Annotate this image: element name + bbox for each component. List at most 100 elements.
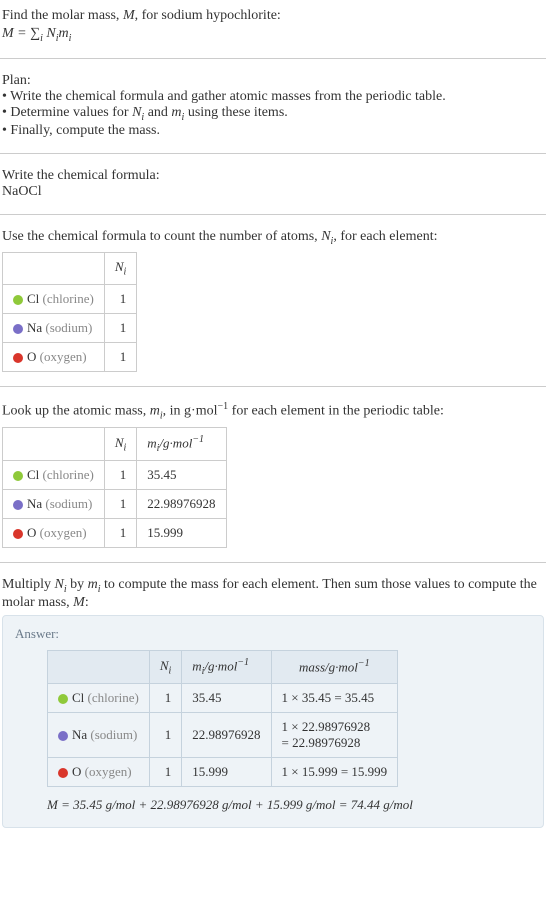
header-m-exp: −1: [237, 657, 249, 668]
multiply-text-n: N: [55, 577, 64, 592]
intro-section: Find the molar mass, M, for sodium hypoc…: [0, 4, 546, 48]
swatch-o: [58, 768, 68, 778]
swatch-cl: [13, 471, 23, 481]
header-mass-text: mass/g·mol: [299, 660, 358, 675]
count-cell: 1: [104, 284, 136, 313]
swatch-o: [13, 353, 23, 363]
formula-sum: ∑: [30, 26, 40, 41]
header-m-unit: /g·mol: [204, 658, 237, 673]
count-text-post: , for each element:: [333, 229, 437, 244]
count-cell: 1: [104, 461, 136, 490]
swatch-na: [13, 500, 23, 510]
multiply-text: Multiply Ni by mi to compute the mass fo…: [2, 577, 544, 611]
mass-cell: 22.98976928: [182, 713, 271, 758]
multiply-text-m: m: [88, 577, 98, 592]
header-m-unit: /g·mol: [159, 436, 192, 451]
lookup-text-mid: , in g·mol: [163, 404, 218, 419]
element-symbol: Na: [27, 320, 42, 335]
element-cell: Na (sodium): [3, 313, 105, 342]
table-row: O (oxygen) 1 15.999 1 × 15.999 = 15.999: [48, 758, 398, 787]
table-row: Na (sodium) 1: [3, 313, 137, 342]
count-text-n: N: [321, 229, 330, 244]
final-m-var: M: [47, 797, 58, 812]
header-element: [3, 253, 105, 285]
plan-item-3: • Finally, compute the mass.: [2, 123, 544, 139]
calc-cell: 1 × 22.98976928= 22.98976928: [271, 713, 398, 758]
element-name: (oxygen): [40, 525, 87, 540]
plan-item-1: • Write the chemical formula and gather …: [2, 89, 544, 105]
element-cell: Na (sodium): [48, 713, 150, 758]
calc-cell: 1 × 35.45 = 35.45: [271, 684, 398, 713]
lookup-text-pre: Look up the atomic mass,: [2, 404, 150, 419]
formula-m-sub: i: [69, 33, 72, 44]
plan-item-2-m: m: [171, 105, 181, 120]
formula-n: N: [43, 26, 56, 41]
intro-text-pre: Find the molar mass,: [2, 8, 123, 23]
divider: [0, 214, 546, 215]
plan-item-2-mid: and: [144, 105, 171, 120]
element-cell: Cl (chlorine): [3, 461, 105, 490]
count-text: Use the chemical formula to count the nu…: [2, 229, 544, 247]
header-m-var: m: [192, 658, 201, 673]
count-cell: 1: [104, 342, 136, 371]
element-name: (oxygen): [40, 349, 87, 364]
table-row: Cl (chlorine) 1 35.45 1 × 35.45 = 35.45: [48, 684, 398, 713]
multiply-text-pre: Multiply: [2, 577, 55, 592]
lookup-section: Look up the atomic mass, mi, in g·mol−1 …: [0, 397, 546, 552]
answer-label: Answer:: [15, 626, 531, 642]
count-table: Ni Cl (chlorine) 1 Na (sodium) 1 O (oxyg…: [2, 252, 137, 372]
multiply-text-mid1: by: [67, 577, 88, 592]
table-header-row: Ni: [3, 253, 137, 285]
intro-line: Find the molar mass, M, for sodium hypoc…: [2, 8, 544, 24]
header-ni: Ni: [104, 253, 136, 285]
mass-cell: 35.45: [182, 684, 271, 713]
header-n-sub: i: [123, 443, 126, 454]
count-cell: 1: [149, 758, 181, 787]
element-name: (chlorine): [43, 291, 94, 306]
divider: [0, 58, 546, 59]
lookup-text-m: m: [150, 404, 160, 419]
divider: [0, 562, 546, 563]
count-section: Use the chemical formula to count the nu…: [0, 225, 546, 376]
swatch-cl: [13, 295, 23, 305]
element-symbol: Na: [72, 727, 87, 742]
chemical-formula-heading: Write the chemical formula:: [2, 168, 544, 184]
element-symbol: O: [27, 525, 36, 540]
table-header-row: Ni mi/g·mol−1: [3, 428, 227, 461]
formula-eq: =: [14, 26, 30, 41]
element-cell: O (oxygen): [48, 758, 150, 787]
swatch-na: [13, 324, 23, 334]
table-row: O (oxygen) 1: [3, 342, 137, 371]
element-symbol: Cl: [72, 690, 84, 705]
header-mass: mass/g·mol−1: [271, 651, 398, 684]
multiply-section: Multiply Ni by mi to compute the mass fo…: [0, 573, 546, 832]
element-name: (sodium): [45, 496, 92, 511]
count-cell: 1: [104, 490, 136, 519]
header-mi: mi/g·mol−1: [137, 428, 226, 461]
table-row: O (oxygen) 1 15.999: [3, 519, 227, 548]
formula-lhs: M: [2, 26, 14, 41]
table-header-row: Ni mi/g·mol−1 mass/g·mol−1: [48, 651, 398, 684]
header-mass-exp: −1: [358, 658, 370, 669]
count-cell: 1: [104, 519, 136, 548]
plan-item-2: • Determine values for Ni and mi using t…: [2, 105, 544, 123]
intro-var-m: M: [123, 8, 135, 23]
header-n-sub: i: [123, 267, 126, 278]
calc-cell: 1 × 15.999 = 15.999: [271, 758, 398, 787]
final-eq-text: = 35.45 g/mol + 22.98976928 g/mol + 15.9…: [58, 797, 413, 812]
element-symbol: Cl: [27, 291, 39, 306]
divider: [0, 386, 546, 387]
element-name: (sodium): [90, 727, 137, 742]
element-cell: Na (sodium): [3, 490, 105, 519]
plan-item-2-pre: • Determine values for: [2, 105, 132, 120]
intro-text-post: , for sodium hypochlorite:: [135, 8, 281, 23]
header-m-exp: −1: [192, 434, 204, 445]
mass-cell: 15.999: [182, 758, 271, 787]
element-name: (chlorine): [88, 690, 139, 705]
header-ni: Ni: [104, 428, 136, 461]
answer-table: Ni mi/g·mol−1 mass/g·mol−1 Cl (chlorine)…: [47, 650, 398, 787]
chemical-formula-value: NaOCl: [2, 184, 544, 200]
swatch-na: [58, 731, 68, 741]
header-ni: Ni: [149, 651, 181, 684]
header-element: [3, 428, 105, 461]
